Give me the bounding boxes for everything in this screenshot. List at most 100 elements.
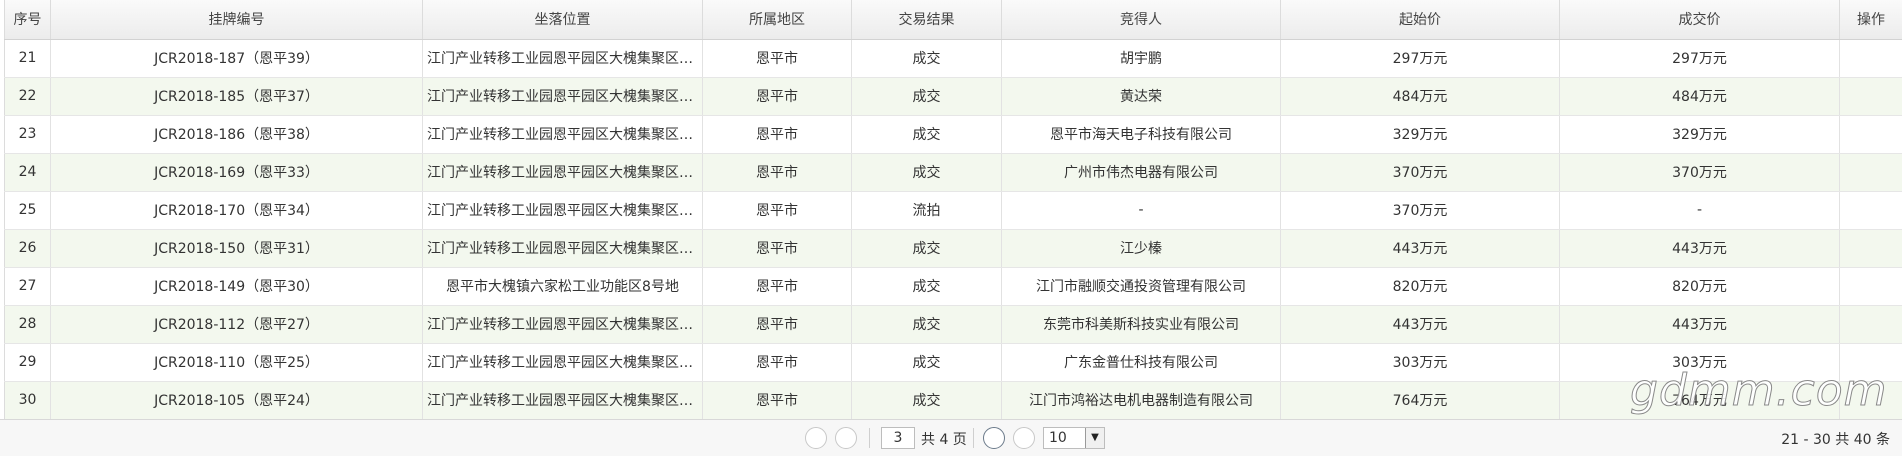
table-row[interactable]: 23JCR2018-186（恩平38）江门产业转移工业园恩平园区大槐集聚区1..…: [5, 115, 1902, 153]
cell-winner: 黄达荣: [1002, 77, 1281, 115]
cell-action[interactable]: [1840, 229, 1902, 267]
cell-no: 26: [5, 229, 51, 267]
cell-start-price: 370万元: [1281, 153, 1560, 191]
table-row[interactable]: 25JCR2018-170（恩平34）江门产业转移工业园恩平园区大槐集聚区2..…: [5, 191, 1902, 229]
cell-winner: 东莞市科美斯科技实业有限公司: [1002, 305, 1281, 343]
cell-start-price: 329万元: [1281, 115, 1560, 153]
column-header-result[interactable]: 交易结果: [852, 0, 1002, 39]
cell-location: 江门产业转移工业园恩平园区大槐集聚区1...: [423, 77, 703, 115]
cell-winner: 广东金普仕科技有限公司: [1002, 343, 1281, 381]
cell-result: 成交: [852, 153, 1002, 191]
cell-region: 恩平市: [703, 39, 852, 77]
cell-location: 江门产业转移工业园恩平园区大槐集聚区2...: [423, 191, 703, 229]
cell-deal-price: 820万元: [1560, 267, 1840, 305]
cell-code: JCR2018-149（恩平30）: [51, 267, 423, 305]
cell-start-price: 297万元: [1281, 39, 1560, 77]
cell-winner: 江门市融顺交通投资管理有限公司: [1002, 267, 1281, 305]
cell-start-price: 303万元: [1281, 343, 1560, 381]
results-table-container: 序号 挂牌编号 坐落位置 所属地区 交易结果 竞得人 起始价 成交价 操作 21…: [4, 0, 1902, 420]
column-header-location[interactable]: 坐落位置: [423, 0, 703, 39]
table-row[interactable]: 24JCR2018-169（恩平33）江门产业转移工业园恩平园区大槐集聚区2..…: [5, 153, 1902, 191]
cell-action[interactable]: [1840, 115, 1902, 153]
chevron-down-icon[interactable]: ▼: [1085, 428, 1104, 448]
cell-winner: -: [1002, 191, 1281, 229]
cell-code: JCR2018-169（恩平33）: [51, 153, 423, 191]
next-page-button[interactable]: [983, 427, 1005, 449]
cell-region: 恩平市: [703, 229, 852, 267]
cell-action[interactable]: [1840, 153, 1902, 191]
table-row[interactable]: 26JCR2018-150（恩平31）江门产业转移工业园恩平园区大槐集聚区2..…: [5, 229, 1902, 267]
cell-start-price: 443万元: [1281, 229, 1560, 267]
cell-region: 恩平市: [703, 153, 852, 191]
table-row[interactable]: 30JCR2018-105（恩平24）江门产业转移工业园恩平园区大槐集聚区2..…: [5, 381, 1902, 419]
cell-no: 24: [5, 153, 51, 191]
cell-result: 成交: [852, 343, 1002, 381]
cell-result: 成交: [852, 381, 1002, 419]
total-pages-label: 共 4 页: [921, 429, 967, 449]
cell-no: 27: [5, 267, 51, 305]
prev-page-button[interactable]: [835, 427, 857, 449]
last-page-button[interactable]: [1013, 427, 1035, 449]
cell-no: 23: [5, 115, 51, 153]
cell-location: 江门产业转移工业园恩平园区大槐集聚区1...: [423, 39, 703, 77]
table-header-row: 序号 挂牌编号 坐落位置 所属地区 交易结果 竞得人 起始价 成交价 操作: [5, 0, 1902, 39]
cell-location: 江门产业转移工业园恩平园区大槐集聚区3...: [423, 305, 703, 343]
cell-action[interactable]: [1840, 191, 1902, 229]
column-header-code[interactable]: 挂牌编号: [51, 0, 423, 39]
cell-start-price: 443万元: [1281, 305, 1560, 343]
cell-action[interactable]: [1840, 305, 1902, 343]
pager-separator: [973, 428, 974, 448]
cell-region: 恩平市: [703, 115, 852, 153]
cell-winner: 广州市伟杰电器有限公司: [1002, 153, 1281, 191]
cell-winner: 胡宇鹏: [1002, 39, 1281, 77]
cell-action[interactable]: [1840, 39, 1902, 77]
results-table: 序号 挂牌编号 坐落位置 所属地区 交易结果 竞得人 起始价 成交价 操作 21…: [4, 0, 1902, 420]
cell-action[interactable]: [1840, 77, 1902, 115]
cell-region: 恩平市: [703, 305, 852, 343]
column-header-action[interactable]: 操作: [1840, 0, 1902, 39]
cell-no: 21: [5, 39, 51, 77]
column-header-region[interactable]: 所属地区: [703, 0, 852, 39]
cell-deal-price: 297万元: [1560, 39, 1840, 77]
page-size-select[interactable]: 10 ▼: [1043, 427, 1105, 449]
cell-winner: 恩平市海天电子科技有限公司: [1002, 115, 1281, 153]
table-row[interactable]: 27JCR2018-149（恩平30）恩平市大槐镇六家松工业功能区8号地恩平市成…: [5, 267, 1902, 305]
cell-location: 江门产业转移工业园恩平园区大槐集聚区7...: [423, 343, 703, 381]
cell-location: 江门产业转移工业园恩平园区大槐集聚区2...: [423, 153, 703, 191]
cell-code: JCR2018-170（恩平34）: [51, 191, 423, 229]
table-row[interactable]: 22JCR2018-185（恩平37）江门产业转移工业园恩平园区大槐集聚区1..…: [5, 77, 1902, 115]
cell-region: 恩平市: [703, 267, 852, 305]
cell-no: 22: [5, 77, 51, 115]
table-row[interactable]: 28JCR2018-112（恩平27）江门产业转移工业园恩平园区大槐集聚区3..…: [5, 305, 1902, 343]
cell-result: 流拍: [852, 191, 1002, 229]
column-header-start-price[interactable]: 起始价: [1281, 0, 1560, 39]
cell-action[interactable]: [1840, 267, 1902, 305]
cell-start-price: 484万元: [1281, 77, 1560, 115]
cell-code: JCR2018-112（恩平27）: [51, 305, 423, 343]
record-range-info: 21 - 30 共 40 条: [1781, 429, 1890, 449]
first-page-button[interactable]: [805, 427, 827, 449]
page-size-value: 10: [1049, 430, 1067, 446]
cell-deal-price: -: [1560, 191, 1840, 229]
cell-no: 30: [5, 381, 51, 419]
column-header-deal-price[interactable]: 成交价: [1560, 0, 1840, 39]
cell-code: JCR2018-110（恩平25）: [51, 343, 423, 381]
cell-region: 恩平市: [703, 381, 852, 419]
column-header-no[interactable]: 序号: [5, 0, 51, 39]
cell-code: JCR2018-150（恩平31）: [51, 229, 423, 267]
table-row[interactable]: 29JCR2018-110（恩平25）江门产业转移工业园恩平园区大槐集聚区7..…: [5, 343, 1902, 381]
cell-result: 成交: [852, 305, 1002, 343]
page-number-input[interactable]: [881, 427, 915, 449]
cell-code: JCR2018-186（恩平38）: [51, 115, 423, 153]
cell-start-price: 820万元: [1281, 267, 1560, 305]
pager-separator: [869, 428, 870, 448]
pagination-bar: 共 4 页 10 ▼ 21 - 30 共 40 条: [0, 419, 1902, 456]
cell-result: 成交: [852, 229, 1002, 267]
cell-region: 恩平市: [703, 77, 852, 115]
cell-result: 成交: [852, 115, 1002, 153]
cell-code: JCR2018-187（恩平39）: [51, 39, 423, 77]
table-body: 21JCR2018-187（恩平39）江门产业转移工业园恩平园区大槐集聚区1..…: [5, 39, 1902, 419]
table-row[interactable]: 21JCR2018-187（恩平39）江门产业转移工业园恩平园区大槐集聚区1..…: [5, 39, 1902, 77]
cell-deal-price: 329万元: [1560, 115, 1840, 153]
column-header-winner[interactable]: 竞得人: [1002, 0, 1281, 39]
